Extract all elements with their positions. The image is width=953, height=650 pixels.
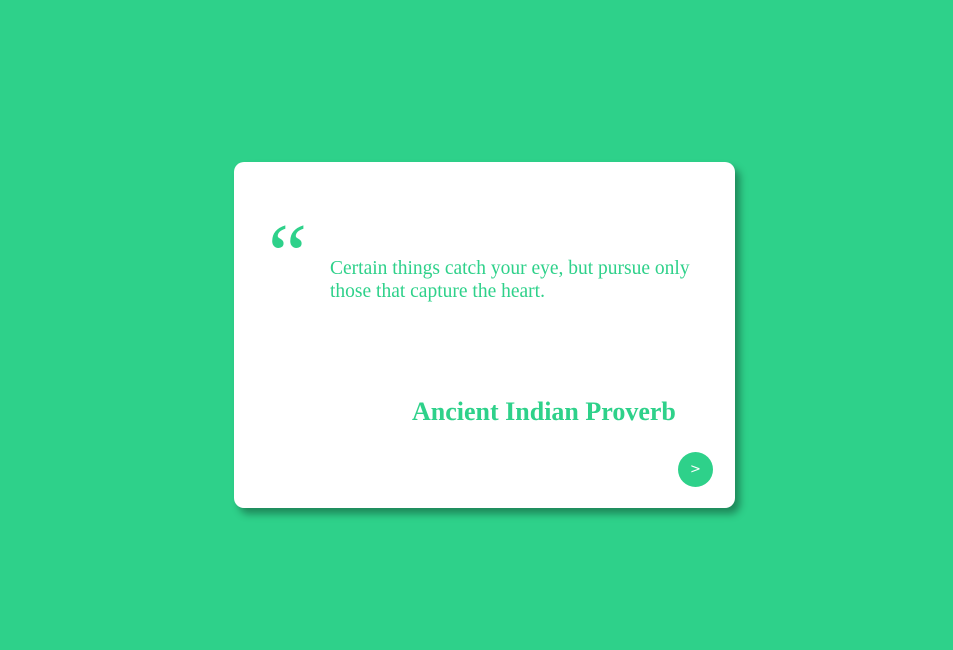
quote-card: “ Certain things catch your eye, but pur… <box>234 162 735 508</box>
next-quote-button[interactable]: > <box>678 452 713 487</box>
quote-author: Ancient Indian Proverb <box>412 397 676 426</box>
quote-text: Certain things catch your eye, but pursu… <box>330 258 690 302</box>
quote-mark-icon: “ <box>268 207 308 304</box>
